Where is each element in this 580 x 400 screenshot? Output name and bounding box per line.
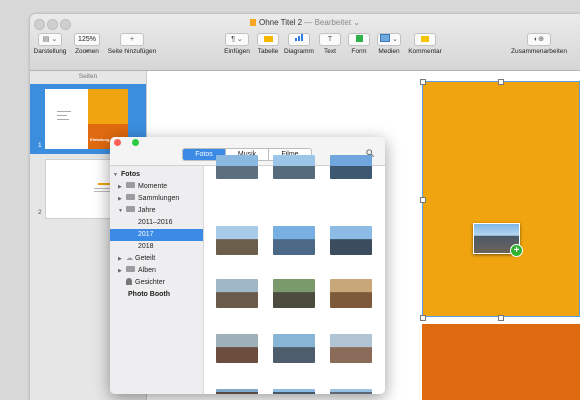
folder-icon xyxy=(126,194,135,200)
window-title: Ohne Titel 2 — Bearbeitet ⌄ xyxy=(30,18,580,27)
photo-thumbnail[interactable] xyxy=(273,226,315,255)
shape-button[interactable]: Form xyxy=(348,33,370,55)
document-icon xyxy=(249,19,256,26)
source-item[interactable]: ▶ Sammlungen xyxy=(110,193,203,205)
folder-icon xyxy=(126,266,135,272)
thumbnail-text-line xyxy=(57,115,67,116)
thumbnail-text-line xyxy=(57,119,69,120)
thumbnail-text-line xyxy=(57,111,71,112)
photo-thumbnail[interactable] xyxy=(330,389,372,394)
photo-thumbnail[interactable] xyxy=(330,279,372,308)
chart-button[interactable]: Diagramm xyxy=(283,33,315,55)
source-item-label: Fotos xyxy=(121,171,141,178)
photo-thumbnail[interactable] xyxy=(273,389,315,394)
source-item[interactable]: ▶ ☁ Geteilt xyxy=(110,253,203,265)
photo-thumbnail[interactable] xyxy=(216,389,258,394)
dragged-photo[interactable]: + xyxy=(473,223,523,257)
photo-thumbnail[interactable] xyxy=(273,334,315,363)
collaborate-button[interactable]: ◐⊕ Zusammenarbeiten xyxy=(508,33,570,55)
source-item-label: 2018 xyxy=(138,243,154,250)
title-bar: Ohne Titel 2 — Bearbeitet ⌄ ▤ ⌄ Darstell… xyxy=(30,14,580,71)
page-number-1: 1 xyxy=(38,142,42,149)
source-item-label: 2017 xyxy=(138,231,154,238)
media-button[interactable]: ⌄ Medien xyxy=(376,33,402,55)
photo-thumbnail[interactable] xyxy=(216,226,258,255)
yellow-shape[interactable] xyxy=(422,81,580,317)
media-icon: ⌄ xyxy=(377,33,401,46)
person-icon xyxy=(126,278,132,285)
folder-icon xyxy=(126,182,135,188)
shape-icon xyxy=(348,33,370,46)
photo-thumbnail[interactable] xyxy=(216,334,258,363)
photo-thumbnail[interactable] xyxy=(273,279,315,308)
pilcrow-icon: ¶ ⌄ xyxy=(225,33,249,46)
source-item-label: Photo Booth xyxy=(128,291,170,298)
thumbnail-caption: Einladung xyxy=(90,137,110,142)
media-source-list: ▼ Fotos ▶ Momente ▶ Sammlungen ▼ Jahre 2011–2016… xyxy=(110,166,204,394)
plus-icon: + xyxy=(120,33,144,46)
close-popover-button[interactable] xyxy=(114,139,121,146)
selection-handle[interactable] xyxy=(420,315,426,321)
selection-handle[interactable] xyxy=(498,315,504,321)
disclosure-triangle-icon[interactable]: ▶ xyxy=(118,193,126,205)
source-item-label: 2011–2016 xyxy=(138,219,173,226)
zoom-popover-button[interactable] xyxy=(132,139,139,146)
zoom-button[interactable]: 125% ⌄ Zoomen xyxy=(72,33,102,55)
sidebar-header: Seiten xyxy=(78,73,98,80)
photo-thumbnail[interactable] xyxy=(330,226,372,255)
selection-handle[interactable] xyxy=(420,197,426,203)
source-item[interactable]: ▶ Alben xyxy=(110,265,203,277)
orange-shape[interactable] xyxy=(422,324,580,400)
selection-handle[interactable] xyxy=(420,79,426,85)
source-item-label: Jahre xyxy=(138,207,156,214)
text-icon: T xyxy=(319,33,341,46)
cloud-icon: ☁ xyxy=(126,255,133,262)
table-button[interactable]: Tabelle xyxy=(255,33,281,55)
photo-thumbnail[interactable] xyxy=(273,155,315,179)
disclosure-triangle-icon[interactable]: ▶ xyxy=(118,265,126,277)
source-item[interactable]: ▶ Momente xyxy=(110,181,203,193)
source-item[interactable]: Gesichter xyxy=(110,277,203,289)
table-icon xyxy=(257,33,279,46)
source-item-label: Gesichter xyxy=(135,279,165,286)
text-button[interactable]: T Text xyxy=(319,33,341,55)
sidebar-icon: ▤ ⌄ xyxy=(38,33,62,46)
source-item-label: Alben xyxy=(138,267,156,274)
selection-handle[interactable] xyxy=(498,79,504,85)
disclosure-triangle-icon[interactable]: ▼ xyxy=(113,169,121,181)
page-number-2: 2 xyxy=(38,209,42,216)
insert-button[interactable]: ¶ ⌄ Einfügen xyxy=(223,33,251,55)
source-item[interactable]: 2017 xyxy=(110,229,203,241)
collaborate-icon: ◐⊕ xyxy=(527,33,551,46)
source-item[interactable]: 2018 xyxy=(110,241,203,253)
source-item[interactable]: ▼ Fotos xyxy=(110,169,203,181)
photo-grid xyxy=(204,155,385,394)
folder-icon xyxy=(126,206,135,212)
comment-icon xyxy=(414,33,436,46)
source-item[interactable]: Photo Booth xyxy=(110,289,203,301)
source-item-label: Geteilt xyxy=(135,255,156,262)
photo-thumbnail[interactable] xyxy=(216,279,258,308)
add-page-button[interactable]: + Seite hinzufügen xyxy=(104,33,160,55)
source-item-label: Momente xyxy=(138,183,168,190)
disclosure-triangle-icon[interactable]: ▶ xyxy=(118,253,126,265)
disclosure-triangle-icon[interactable]: ▼ xyxy=(118,205,126,217)
source-item[interactable]: ▼ Jahre xyxy=(110,205,203,217)
chart-icon xyxy=(288,33,310,46)
disclosure-triangle-icon[interactable]: ▶ xyxy=(118,181,126,193)
source-item-label: Sammlungen xyxy=(138,195,180,202)
photo-thumbnail[interactable] xyxy=(216,155,258,179)
add-plus-icon: + xyxy=(510,244,523,257)
photo-thumbnail[interactable] xyxy=(330,334,372,363)
comment-button[interactable]: Kommentar xyxy=(404,33,446,55)
photo-thumbnail[interactable] xyxy=(330,155,372,179)
source-item[interactable]: 2011–2016 xyxy=(110,217,203,229)
darstellung-button[interactable]: ▤ ⌄ Darstellung xyxy=(30,33,70,55)
media-browser-popover: Fotos Musik Filme ▼Fotos▶Momente▶Sammlun… xyxy=(110,137,385,394)
thumbnail-yellow-block xyxy=(88,89,128,124)
zoom-value: 125% ⌄ xyxy=(74,33,100,54)
